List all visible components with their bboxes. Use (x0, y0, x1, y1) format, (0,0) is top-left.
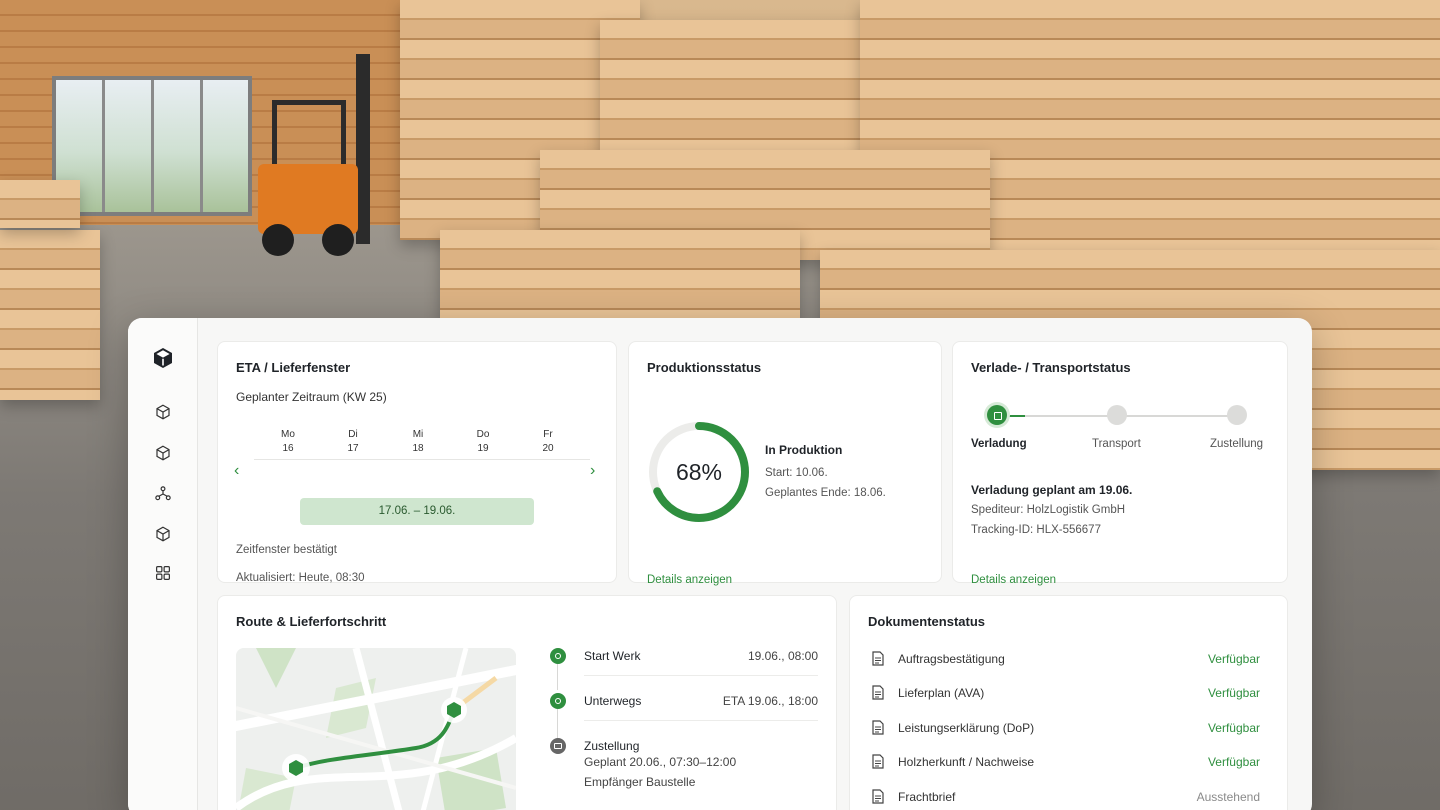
lumber-stack (0, 230, 100, 400)
document-status: Ausstehend (1196, 790, 1260, 804)
production-end: Geplantes Ende: 18.06. (765, 487, 886, 499)
document-row[interactable]: Auftragsbestätigung Verfügbar (868, 648, 1272, 672)
route-map[interactable] (236, 648, 516, 810)
eta-subtitle: Geplanter Zeitraum (KW 25) (236, 390, 387, 404)
nav-cube-icon[interactable] (154, 525, 174, 545)
day-column: Do 19 (476, 429, 490, 454)
carrier-text: Spediteur: HolzLogistik GmbH (971, 504, 1126, 516)
route-card: Route & Lieferfortschritt Start Werk 19.… (217, 595, 837, 810)
document-icon (872, 685, 884, 700)
production-card: Produktionsstatus 68% In Produktion Star… (628, 341, 942, 586)
document-icon (872, 651, 884, 666)
cube-icon[interactable] (151, 346, 175, 375)
day-column: Di 17 (347, 429, 359, 454)
document-icon (872, 720, 884, 735)
chevron-left-icon[interactable]: ‹ (234, 462, 239, 480)
sidebar-rail (128, 318, 198, 810)
transport-card: Verlade- / Transportstatus Verladung Tra… (952, 341, 1288, 586)
step-dot-loading[interactable] (987, 405, 1007, 425)
timeline-dot-icon (550, 693, 566, 709)
package-icon (550, 738, 566, 754)
step-connector (1005, 415, 1025, 417)
updated-text: Aktualisiert: Heute, 08:30 (236, 572, 365, 584)
forklift (258, 54, 378, 256)
document-status: Verfügbar (1207, 721, 1260, 735)
step-label-transport: Transport (1092, 438, 1141, 450)
step-dot-delivery[interactable] (1227, 405, 1247, 425)
tracking-id-text: Tracking-ID: HLX-556677 (971, 524, 1101, 536)
production-title: Produktionsstatus (647, 360, 762, 375)
document-row[interactable]: Lieferplan (AVA) Verfügbar (868, 682, 1272, 706)
production-details-link[interactable]: Details anzeigen (647, 574, 732, 586)
document-icon (872, 754, 884, 769)
production-start: Start: 10.06. (765, 467, 828, 479)
eta-title: ETA / Lieferfenster (236, 360, 351, 375)
eta-card: ETA / Lieferfenster Geplanter Zeitraum (… (217, 341, 617, 584)
step-dot-transport[interactable] (1107, 405, 1127, 425)
document-icon (872, 789, 884, 804)
step-label-delivery: Zustellung (1210, 438, 1264, 450)
delivery-window-bar[interactable]: 17.06. – 19.06. (300, 498, 534, 525)
document-row[interactable]: Frachtbrief Ausstehend (868, 786, 1272, 810)
chevron-right-icon[interactable]: › (590, 462, 595, 480)
document-row[interactable]: Leistungserklärung (DoP) Verfügbar (868, 717, 1272, 741)
documents-title: Dokumentenstatus (868, 614, 986, 629)
loading-planned-text: Verladung geplant am 19.06. (971, 483, 1133, 497)
document-status: Verfügbar (1207, 652, 1260, 666)
nav-cube-icon[interactable] (154, 403, 174, 423)
transport-details-link[interactable]: Details anzeigen (971, 574, 1056, 586)
timeline-dot-icon (550, 648, 566, 664)
lumber-stack (440, 230, 800, 320)
nav-cube-icon[interactable] (154, 444, 174, 464)
document-status: Verfügbar (1207, 686, 1260, 700)
transport-title: Verlade- / Transportstatus (971, 360, 1131, 375)
dashboard-panel: ETA / Lieferfenster Geplanter Zeitraum (… (128, 318, 1312, 810)
production-state: In Produktion (765, 443, 843, 457)
nav-network-icon[interactable] (154, 485, 174, 505)
lumber-stack (0, 180, 80, 228)
window-confirmed-text: Zeitfenster bestätigt (236, 544, 337, 556)
step-label-loading: Verladung (971, 438, 1027, 450)
route-title: Route & Lieferfortschritt (236, 614, 387, 629)
day-column: Mi 18 (412, 429, 424, 454)
day-column: Mo 16 (281, 429, 295, 454)
documents-card: Dokumentenstatus Auftragsbestätigung Ver… (849, 595, 1288, 810)
production-percent: 68% (675, 459, 723, 485)
week-days: Mo 16 Di 17 Mi 18 Do 19 Fr 20 (254, 428, 590, 460)
day-column: Fr 20 (542, 429, 554, 454)
hall-door (52, 76, 252, 216)
document-status: Verfügbar (1207, 755, 1260, 769)
nav-grid-icon[interactable] (154, 564, 174, 584)
document-row[interactable]: Holzherkunft / Nachweise Verfügbar (868, 751, 1272, 775)
